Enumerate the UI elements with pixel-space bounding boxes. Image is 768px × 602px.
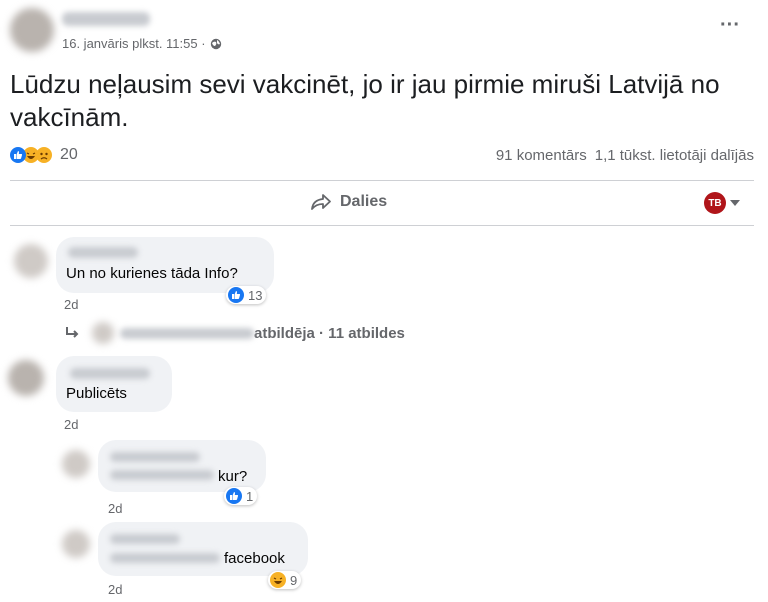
reply-avatar[interactable]	[62, 530, 90, 558]
post-stats: 91 komentārs 1,1 tūkst. lietotāji dalījā…	[496, 147, 754, 164]
reply-avatar[interactable]	[62, 450, 90, 478]
comment-bubble: Un no kurienes tāda Info?	[56, 237, 274, 293]
replier-avatar	[92, 322, 114, 344]
comment-text: Un no kurienes tāda Info?	[66, 265, 238, 282]
commenter-name[interactable]	[70, 368, 150, 379]
globe-icon	[210, 38, 222, 50]
divider-bottom	[10, 225, 754, 226]
replies-count: atbildēja · 11 atbildes	[254, 324, 405, 342]
shares-count[interactable]: 1,1 tūkst. lietotāji dalījās	[595, 147, 754, 164]
reply-text: facebook	[224, 550, 285, 567]
reply-text: kur?	[218, 468, 248, 485]
commenter-name[interactable]	[68, 247, 138, 258]
comment-bubble: Publicēts	[56, 356, 172, 412]
reply-age[interactable]: 2d	[108, 501, 122, 516]
haha-reaction-icon	[270, 572, 286, 588]
reply-bubble: kur?	[98, 440, 266, 492]
comment-age[interactable]: 2d	[64, 297, 78, 312]
post-timestamp[interactable]: 16. janvāris plkst. 11:55 ·	[62, 36, 206, 51]
replier-name	[120, 327, 254, 339]
like-reaction-icon	[226, 488, 242, 504]
reply-blurred-text	[110, 470, 214, 480]
page-avatar-icon: TB	[704, 192, 726, 214]
reply-arrow-icon	[64, 326, 80, 340]
share-button[interactable]: Dalies	[310, 193, 387, 211]
like-reaction-icon	[228, 287, 244, 303]
author-name[interactable]	[62, 12, 150, 26]
commenter-avatar[interactable]	[8, 360, 44, 396]
view-replies-link[interactable]: atbildēja · 11 atbildes	[64, 322, 405, 344]
like-reaction-icon	[10, 147, 26, 163]
comment-reactions[interactable]: 13	[226, 286, 267, 304]
reaction-count[interactable]: 20	[60, 146, 78, 164]
reaction-count: 13	[248, 287, 263, 303]
page-selector[interactable]: TB	[704, 192, 740, 214]
reaction-count: 1	[246, 488, 254, 504]
post-text: Lūdzu neļausim sevi vakcinēt, jo ir jau …	[10, 69, 720, 132]
reactions-summary[interactable]: 20	[10, 146, 78, 164]
reply-author-name[interactable]	[110, 452, 200, 462]
post-meta: 16. janvāris plkst. 11:55 ·	[62, 36, 222, 51]
comments-count[interactable]: 91 komentārs	[496, 147, 587, 164]
commenter-avatar[interactable]	[14, 244, 48, 278]
page-badge-text: TB	[708, 197, 722, 209]
reaction-count: 9	[290, 572, 298, 588]
more-icon: ···	[720, 14, 740, 36]
more-options-button[interactable]: ···	[720, 15, 744, 36]
comment-text: Publicēts	[66, 385, 127, 402]
reply-blurred-text	[110, 553, 220, 563]
reply-bubble: facebook	[98, 522, 308, 576]
author-avatar[interactable]	[10, 8, 54, 52]
reply-reactions[interactable]: 1	[224, 487, 258, 505]
reply-reactions[interactable]: 9	[268, 571, 302, 589]
divider-top	[10, 180, 754, 181]
share-label: Dalies	[340, 193, 388, 210]
caret-down-icon	[730, 200, 740, 206]
comment-age[interactable]: 2d	[64, 417, 78, 432]
reply-author-name[interactable]	[110, 534, 180, 544]
reply-age[interactable]: 2d	[108, 582, 122, 597]
share-icon	[310, 193, 332, 211]
